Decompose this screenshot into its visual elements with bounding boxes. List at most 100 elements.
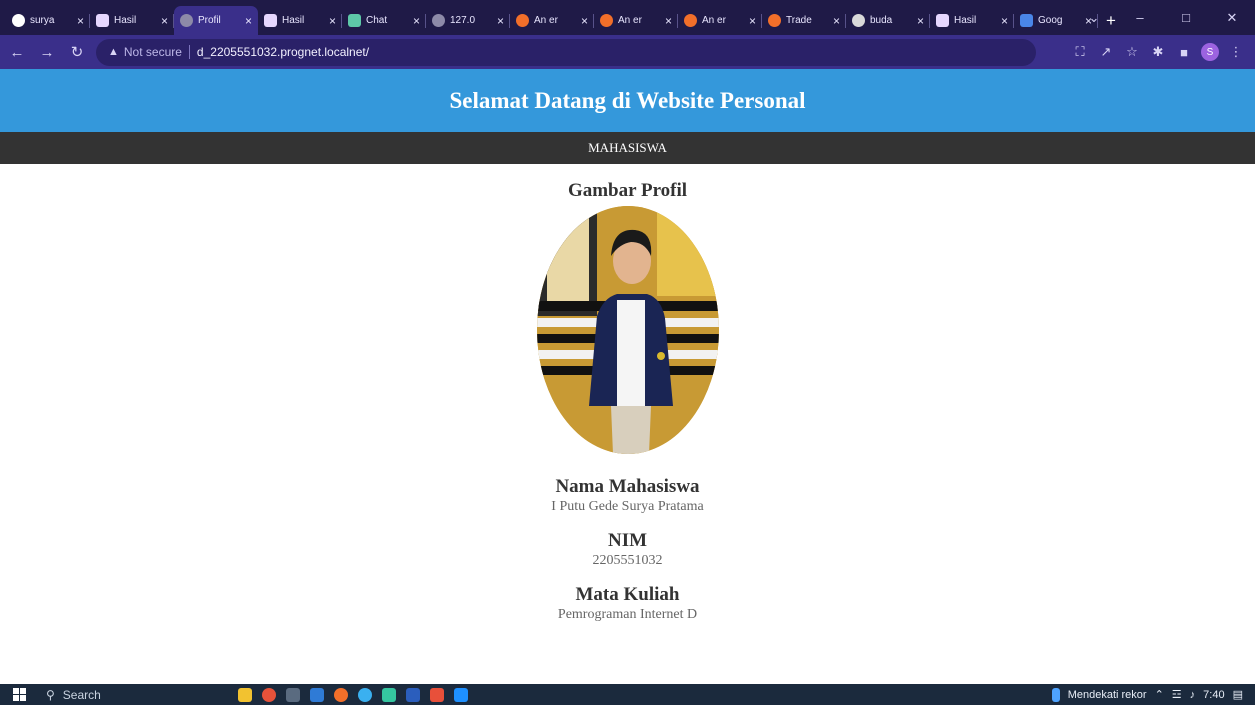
browser-tab[interactable]: 127.0 ×	[426, 6, 510, 35]
toolbar-actions: ⛶ ↗ ☆ ✱ ■ S ⋮	[1069, 41, 1247, 63]
close-icon[interactable]: ×	[833, 14, 840, 28]
browser-tab[interactable]: Hasil ×	[258, 6, 342, 35]
github-icon	[12, 14, 25, 27]
minimize-button[interactable]: –	[1117, 0, 1163, 35]
file-explorer-icon[interactable]	[238, 687, 252, 702]
tab-title: Hasil	[954, 15, 977, 26]
side-panel-icon[interactable]: ■	[1173, 41, 1195, 63]
browser-tab[interactable]: surya ×	[6, 6, 90, 35]
hasil-icon	[936, 14, 949, 27]
tab-title: An er	[534, 15, 558, 26]
url-text[interactable]: d_2205551032.prognet.localnet/	[197, 45, 369, 59]
tab-search-chevron-icon[interactable]: ⌄	[1071, 0, 1117, 35]
taskbar-search[interactable]: ⚲ Search	[38, 684, 168, 705]
windows-logo-icon	[12, 688, 26, 701]
extensions-puzzle-icon[interactable]: ✱	[1147, 41, 1169, 63]
close-icon[interactable]: ×	[665, 14, 672, 28]
start-button[interactable]	[0, 684, 38, 705]
media-icon[interactable]	[430, 687, 444, 702]
maximize-button[interactable]: □	[1163, 0, 1209, 35]
tab-title: Profil	[198, 15, 221, 26]
site-nav: MAHASISWA	[0, 132, 1255, 164]
hasil-icon	[264, 14, 277, 27]
tab-title: Trade	[786, 15, 812, 26]
taskbar-apps	[238, 687, 468, 702]
vscode-icon[interactable]	[310, 687, 324, 702]
close-icon[interactable]: ×	[413, 14, 420, 28]
search-icon: ⚲	[46, 687, 55, 702]
translate-icon[interactable]: ⛶	[1069, 41, 1091, 63]
globe-icon	[432, 14, 445, 27]
pac-icon	[684, 14, 697, 27]
name-section: Nama Mahasiswa I Putu Gede Surya Pratama	[0, 476, 1255, 515]
close-icon[interactable]: ×	[497, 14, 504, 28]
weather-text[interactable]: Mendekati rekor	[1068, 689, 1147, 701]
globe-icon	[180, 14, 193, 27]
browser-tab[interactable]: An er ×	[594, 6, 678, 35]
close-icon[interactable]: ×	[161, 14, 168, 28]
tab-title: surya	[30, 15, 55, 26]
word-icon[interactable]	[406, 687, 420, 702]
system-tray: Mendekati rekor ⌃ ☲ ♪ 7:40 ▤	[1051, 687, 1255, 702]
share-icon[interactable]: ↗	[1095, 41, 1117, 63]
clock[interactable]: 7:40	[1203, 689, 1224, 701]
browser-tab[interactable]: Profil ×	[174, 6, 258, 35]
chrome-icon[interactable]	[262, 687, 276, 702]
browser-tab[interactable]: Hasil ×	[930, 6, 1014, 35]
nav-link-mahasiswa[interactable]: MAHASISWA	[588, 140, 667, 156]
app-icon[interactable]	[382, 687, 396, 702]
notifications-icon[interactable]: ▤	[1233, 688, 1243, 701]
browser-tab[interactable]: Chat ×	[342, 6, 426, 35]
network-icon[interactable]: ☲	[1172, 688, 1182, 701]
pac-icon	[768, 14, 781, 27]
profile-content: Gambar Profil Nama Mahasiswa I Putu Gede…	[0, 180, 1255, 623]
browser-tab[interactable]: buda ×	[846, 6, 930, 35]
profile-button[interactable]: S	[1199, 41, 1221, 63]
close-icon[interactable]: ×	[77, 14, 84, 28]
tab-title: Hasil	[282, 15, 305, 26]
store-icon[interactable]	[454, 687, 468, 702]
tab-title: Chat	[366, 15, 388, 26]
close-icon[interactable]: ×	[917, 14, 924, 28]
google-icon	[1020, 14, 1033, 27]
terminal-icon[interactable]	[286, 687, 300, 702]
browser-tab[interactable]: An er ×	[678, 6, 762, 35]
back-arrow-icon[interactable]: ←	[4, 39, 30, 65]
close-icon[interactable]: ×	[245, 14, 252, 28]
browser-tab[interactable]: Hasil ×	[90, 6, 174, 35]
search-label: Search	[62, 687, 101, 702]
page-title: Selamat Datang di Website Personal	[449, 87, 806, 113]
buda-icon	[852, 14, 865, 27]
address-bar[interactable]: ▲ Not secure d_2205551032.prognet.localn…	[96, 38, 1036, 66]
browser-tab[interactable]: Trade ×	[762, 6, 846, 35]
volume-icon[interactable]: ♪	[1190, 689, 1196, 701]
close-window-button[interactable]: ✕	[1209, 0, 1255, 35]
browser-tab-strip: surya × Hasil × Profil × Hasil × Chat × 127.0 × An e…	[0, 0, 1255, 35]
firefox-icon[interactable]	[334, 687, 348, 702]
tab-title: An er	[618, 15, 642, 26]
not-secure-label[interactable]: Not secure	[124, 45, 182, 59]
window-controls: ⌄ – □ ✕	[1071, 0, 1255, 35]
warning-triangle-icon[interactable]: ▲	[108, 46, 119, 58]
browser-toolbar: ← → ↻ ▲ Not secure d_2205551032.prognet.…	[0, 35, 1255, 69]
profile-photo-illustration	[536, 206, 719, 454]
forward-arrow-icon[interactable]: →	[34, 39, 60, 65]
hasil-icon	[96, 14, 109, 27]
close-icon[interactable]: ×	[329, 14, 336, 28]
name-label: Nama Mahasiswa	[555, 476, 700, 497]
browser-tab[interactable]: An er ×	[510, 6, 594, 35]
bookmark-star-icon[interactable]: ☆	[1121, 41, 1143, 63]
tray-chevron-icon[interactable]: ⌃	[1155, 688, 1164, 701]
chat-icon	[348, 14, 361, 27]
reload-icon[interactable]: ↻	[64, 39, 90, 65]
close-icon[interactable]: ×	[1001, 14, 1008, 28]
close-icon[interactable]: ×	[749, 14, 756, 28]
course-value: Pemrograman Internet D	[557, 607, 698, 622]
site-header: Selamat Datang di Website Personal	[0, 69, 1255, 132]
taskbar: ⚲ Search Mendekati rekor ⌃ ☲ ♪ 7:40 ▤	[0, 684, 1255, 705]
nim-label: NIM	[607, 530, 648, 551]
menu-kebab-icon[interactable]: ⋮	[1225, 41, 1247, 63]
tab-title: 127.0	[450, 15, 476, 26]
browser-icon[interactable]	[358, 687, 372, 702]
close-icon[interactable]: ×	[581, 14, 588, 28]
